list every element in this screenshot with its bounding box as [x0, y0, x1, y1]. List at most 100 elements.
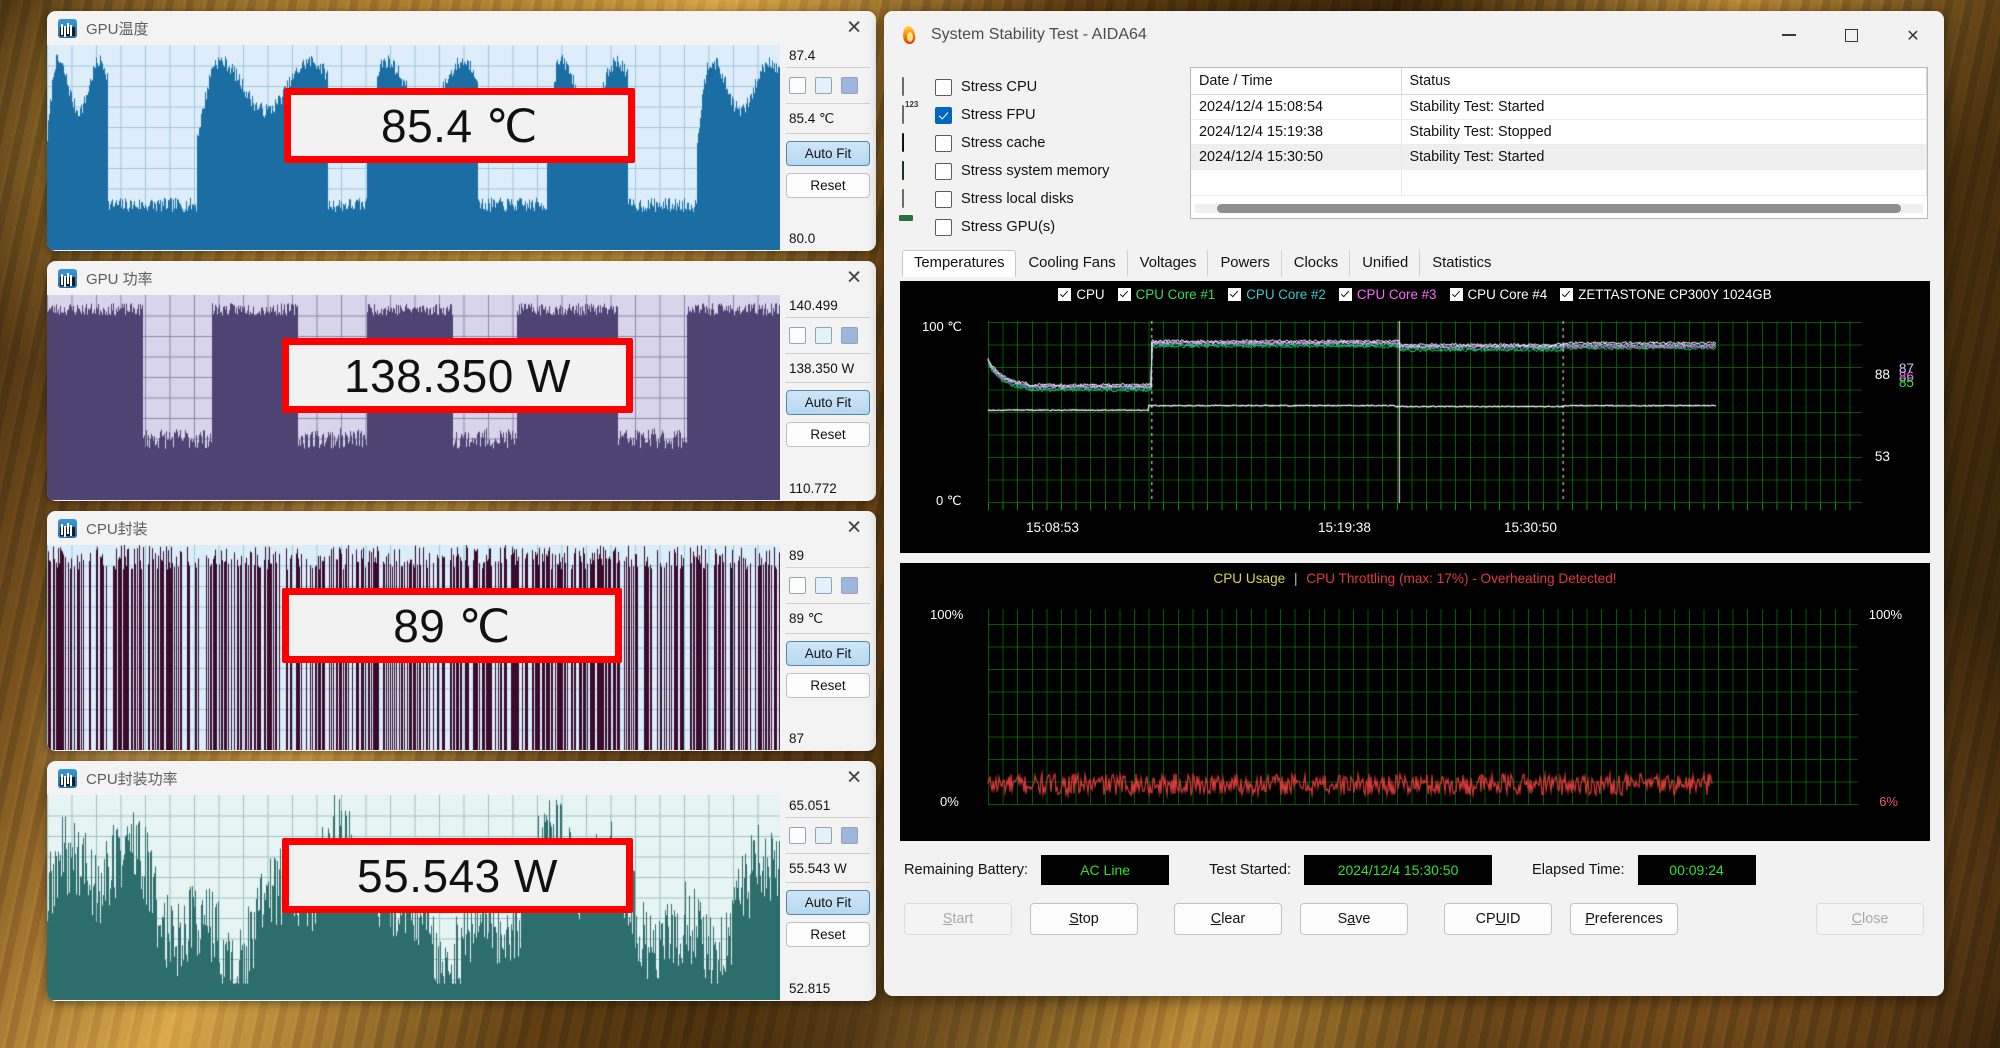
reset-button[interactable]: Reset — [786, 922, 870, 947]
tab-statistics[interactable]: Statistics — [1420, 250, 1503, 277]
preferences-button[interactable]: Preferences — [1570, 903, 1678, 935]
table-row-empty — [1191, 169, 1927, 196]
swatch-light[interactable] — [815, 77, 832, 94]
table-header-row: Date / Time Status — [1191, 68, 1927, 95]
table-row[interactable]: 2024/12/4 15:30:50 Stability Test: Start… — [1191, 144, 1927, 170]
status-bar: Remaining Battery: AC Line Test Started:… — [884, 855, 1944, 885]
legend-checkbox[interactable] — [1058, 288, 1072, 301]
tab-cooling-fans[interactable]: Cooling Fans — [1016, 250, 1128, 277]
legend-checkbox[interactable] — [1228, 288, 1242, 301]
aida64-stability-test-window[interactable]: System Stability Test - AIDA64 ✕ Stress … — [884, 11, 1944, 996]
legend-checkbox[interactable] — [1117, 288, 1131, 301]
legend-label: CPU Core #1 — [1135, 287, 1216, 302]
swatch-white[interactable] — [789, 77, 806, 94]
stress-cache-checkbox[interactable] — [935, 134, 952, 152]
top-section: Stress CPU 123 Stress FPU Stress cache S… — [884, 59, 1944, 245]
stress-option-cpu[interactable]: Stress CPU — [902, 73, 1172, 101]
stress-option-memory[interactable]: Stress system memory — [902, 157, 1172, 185]
legend-item-cpu[interactable]: CPU — [1058, 287, 1105, 302]
legend-item-core4[interactable]: CPU Core #4 — [1449, 287, 1547, 302]
stop-button[interactable]: Stop — [1030, 903, 1138, 935]
tab-powers[interactable]: Powers — [1208, 250, 1282, 277]
minimize-button[interactable] — [1758, 11, 1820, 59]
close-dialog-button[interactable]: Close — [1816, 903, 1924, 935]
swatch-light[interactable] — [815, 577, 832, 594]
cache-chip-icon — [902, 133, 926, 152]
scale-min-value: 52.815 — [789, 981, 831, 996]
tab-clocks[interactable]: Clocks — [1282, 250, 1351, 277]
temperature-chart-legend: CPU CPU Core #1 CPU Core #2 CPU Core #3 … — [900, 287, 1930, 302]
column-header-status[interactable]: Status — [1401, 68, 1927, 95]
tab-unified[interactable]: Unified — [1350, 250, 1421, 277]
swatch-light[interactable] — [815, 327, 832, 344]
save-button[interactable]: Save — [1300, 903, 1408, 935]
panel-titlebar: CPU封装功率 ✕ — [47, 761, 876, 795]
swatch-blue[interactable] — [841, 77, 858, 94]
legend-checkbox[interactable] — [1449, 288, 1463, 301]
legend-item-storage[interactable]: ZETTASTONE CP300Y 1024GB — [1560, 287, 1772, 302]
legend-checkbox[interactable] — [1338, 288, 1352, 301]
reset-button[interactable]: Reset — [786, 422, 870, 447]
color-swatches[interactable] — [786, 568, 870, 604]
sensor-side-controls: 87.4 85.4 ℃ Auto Fit Reset 80.0 — [780, 45, 876, 250]
auto-fit-button[interactable]: Auto Fit — [786, 390, 870, 415]
stress-option-cache[interactable]: Stress cache — [902, 129, 1172, 157]
auto-fit-button[interactable]: Auto Fit — [786, 890, 870, 915]
cell-status: Stability Test: Started — [1401, 94, 1927, 120]
horizontal-scrollbar[interactable] — [1195, 204, 1923, 213]
sensor-panel-cpu-package-power[interactable]: CPU封装功率 ✕ 65.051 55.543 W Auto Fit Reset… — [47, 761, 876, 1001]
swatch-blue[interactable] — [841, 827, 858, 844]
legend-label: CPU Core #2 — [1246, 287, 1326, 302]
stress-memory-checkbox[interactable] — [935, 162, 952, 180]
column-header-datetime[interactable]: Date / Time — [1191, 68, 1402, 95]
swatch-light[interactable] — [815, 827, 832, 844]
tab-voltages[interactable]: Voltages — [1128, 250, 1209, 277]
panel-titlebar: GPU温度 ✕ — [47, 11, 876, 45]
tab-temperatures[interactable]: Temperatures — [902, 250, 1017, 277]
close-icon[interactable]: ✕ — [846, 518, 862, 538]
start-button[interactable]: Start — [904, 903, 1012, 935]
event-log-table[interactable]: Date / Time Status 2024/12/4 15:08:54 St… — [1190, 67, 1928, 219]
cpuid-button[interactable]: CPUID — [1444, 903, 1552, 935]
legend-item-core1[interactable]: CPU Core #1 — [1117, 287, 1216, 302]
color-swatches[interactable] — [786, 318, 870, 354]
swatch-white[interactable] — [789, 327, 806, 344]
stress-option-fpu[interactable]: 123 Stress FPU — [902, 100, 1172, 129]
reset-button[interactable]: Reset — [786, 673, 870, 698]
stress-gpu-checkbox[interactable] — [935, 218, 952, 236]
close-icon[interactable]: ✕ — [846, 18, 862, 38]
table-row[interactable]: 2024/12/4 15:08:54 Stability Test: Start… — [1191, 94, 1927, 120]
clear-button[interactable]: Clear — [1174, 903, 1282, 935]
swatch-white[interactable] — [789, 577, 806, 594]
stress-option-disks[interactable]: Stress local disks — [902, 185, 1172, 213]
close-button[interactable]: ✕ — [1882, 11, 1944, 59]
sensor-panel-cpu-package-temp[interactable]: CPU封装 ✕ 89 89 ℃ Auto Fit Reset 87 89 ℃ — [47, 511, 876, 751]
stress-cpu-checkbox[interactable] — [935, 78, 952, 96]
chart-icon — [58, 268, 77, 288]
swatch-blue[interactable] — [841, 327, 858, 344]
legend-checkbox[interactable] — [1560, 288, 1574, 301]
color-swatches[interactable] — [786, 68, 870, 104]
table-row[interactable]: 2024/12/4 15:19:38 Stability Test: Stopp… — [1191, 119, 1927, 145]
maximize-button[interactable] — [1820, 11, 1882, 59]
cpu-usage-chart[interactable]: CPU Usage | CPU Throttling (max: 17%) - … — [900, 563, 1930, 841]
close-icon[interactable]: ✕ — [846, 268, 862, 288]
close-icon[interactable]: ✕ — [846, 768, 862, 788]
legend-item-core2[interactable]: CPU Core #2 — [1228, 287, 1326, 302]
sensor-side-controls: 140.499 138.350 W Auto Fit Reset 110.772 — [780, 295, 876, 500]
right-value-53: 53 — [1874, 449, 1890, 464]
stress-option-gpu[interactable]: Stress GPU(s) — [902, 213, 1172, 241]
auto-fit-button[interactable]: Auto Fit — [786, 641, 870, 666]
legend-item-core3[interactable]: CPU Core #3 — [1338, 287, 1437, 302]
swatch-blue[interactable] — [841, 577, 858, 594]
reset-button[interactable]: Reset — [786, 173, 870, 198]
cpu-usage-chart-title: CPU Usage | CPU Throttling (max: 17%) - … — [900, 571, 1930, 586]
sensor-panel-gpu-temperature[interactable]: GPU温度 ✕ 87.4 85.4 ℃ Auto Fit Reset 80.0 … — [47, 11, 876, 251]
stress-disks-checkbox[interactable] — [935, 190, 952, 208]
color-swatches[interactable] — [786, 818, 870, 854]
stress-fpu-checkbox[interactable] — [935, 106, 952, 124]
sensor-panel-gpu-power[interactable]: GPU 功率 ✕ 140.499 138.350 W Auto Fit Rese… — [47, 261, 876, 501]
temperature-chart[interactable]: CPU CPU Core #1 CPU Core #2 CPU Core #3 … — [900, 281, 1930, 553]
auto-fit-button[interactable]: Auto Fit — [786, 141, 870, 166]
swatch-white[interactable] — [789, 827, 806, 844]
